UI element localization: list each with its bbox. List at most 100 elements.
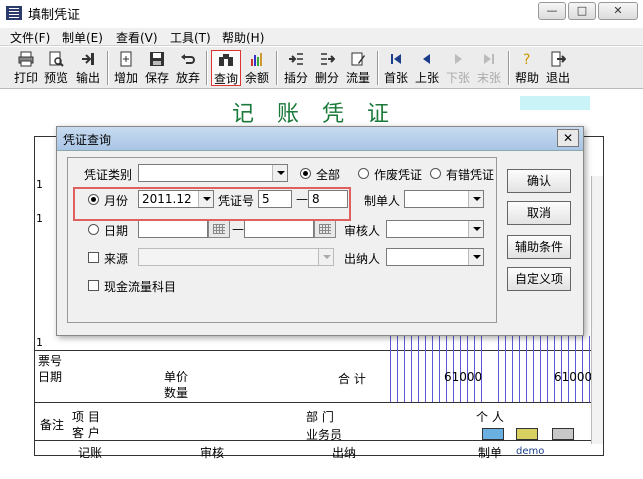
menu-edit[interactable]: 制单(E): [62, 29, 103, 46]
print-button[interactable]: 打印: [12, 50, 40, 86]
toolbar-separator: [508, 51, 510, 85]
exit-icon: [551, 51, 566, 67]
help-button[interactable]: ? 帮助: [513, 50, 541, 86]
row-index: 1: [36, 178, 43, 191]
radio-all-label: 全部: [316, 168, 341, 182]
cancel-button[interactable]: 取消: [507, 201, 571, 225]
delete-row-label: 删分: [314, 71, 339, 85]
dialog-close-button[interactable]: ✕: [557, 129, 579, 147]
printer-icon: [18, 51, 34, 67]
source-checkbox[interactable]: [88, 252, 99, 263]
maker-select[interactable]: [404, 190, 484, 208]
last-record-icon: [484, 54, 494, 64]
previous-icon: [423, 54, 430, 64]
export-button[interactable]: 输出: [74, 50, 102, 86]
aux-conditions-button[interactable]: 辅助条件: [507, 235, 571, 259]
first-button[interactable]: 首张: [382, 50, 410, 86]
menu-help[interactable]: 帮助(H): [222, 29, 264, 46]
credit-amount-grid: [492, 336, 590, 402]
chevron-down-icon: [272, 165, 287, 181]
dialog-title: 凭证查询: [63, 133, 112, 147]
maker-label: 制单: [478, 446, 503, 460]
cashflow-label: 现金流量科目: [104, 280, 177, 294]
last-button[interactable]: 末张: [475, 50, 503, 86]
maximize-button[interactable]: □: [568, 2, 596, 20]
card-icon[interactable]: [482, 428, 504, 440]
card-icon[interactable]: [552, 428, 574, 440]
binoculars-icon: [219, 54, 233, 66]
source-label: 来源: [104, 252, 129, 266]
confirm-button[interactable]: 确认: [507, 169, 571, 193]
radio-error[interactable]: [430, 168, 441, 179]
reviewer-select[interactable]: [386, 220, 484, 238]
balance-button[interactable]: 余额: [243, 50, 271, 86]
date-label: 日期: [38, 370, 63, 384]
total-credit: 61000: [554, 370, 593, 384]
insert-row-icon: [289, 53, 303, 65]
calendar-icon[interactable]: [314, 220, 336, 238]
query-label: 查询: [213, 72, 238, 86]
add-button[interactable]: 增加: [112, 50, 140, 86]
prev-button[interactable]: 上张: [413, 50, 441, 86]
chevron-down-icon: [468, 221, 483, 237]
radio-error-label: 有错凭证: [446, 168, 495, 182]
total-label: 合 计: [338, 372, 366, 386]
discard-button[interactable]: 放弃: [174, 50, 202, 86]
title-bar: 填制凭证 — □ ✕: [0, 0, 643, 26]
card-icon[interactable]: [516, 428, 538, 440]
grid-line: [34, 402, 604, 403]
total-debit: 61000: [444, 370, 483, 384]
unit-price-label: 单价: [164, 370, 189, 384]
calendar-icon[interactable]: [208, 220, 230, 238]
debit-amount-grid: [384, 336, 482, 402]
menu-file[interactable]: 文件(F): [10, 29, 50, 46]
attachment-count-field[interactable]: [520, 96, 590, 110]
date-from-input[interactable]: [138, 220, 208, 238]
custom-items-button[interactable]: 自定义项: [507, 267, 571, 291]
discard-label: 放弃: [175, 71, 200, 85]
exit-label: 退出: [545, 71, 570, 85]
menu-tools[interactable]: 工具(T): [170, 29, 211, 46]
new-document-icon: [120, 51, 132, 67]
delete-row-button[interactable]: 删分: [313, 50, 341, 86]
salesperson-label: 业务员: [306, 428, 343, 442]
next-icon: [455, 54, 462, 64]
maker-label: 制单人: [364, 194, 401, 208]
voucher-type-select[interactable]: [138, 164, 288, 182]
query-criteria-panel: 凭证类别 全部 作废凭证 有错凭证 月份 2011.12 凭证号 5 — 8 制…: [67, 157, 497, 323]
radio-void[interactable]: [358, 168, 369, 179]
radio-date[interactable]: [88, 224, 99, 235]
delete-row-icon: [321, 53, 335, 65]
query-button[interactable]: 查询: [211, 50, 241, 86]
preview-label: 预览: [43, 71, 68, 85]
print-label: 打印: [13, 71, 38, 85]
insert-row-button[interactable]: 插分: [282, 50, 310, 86]
voucher-type-label: 凭证类别: [84, 168, 133, 182]
cashflow-checkbox[interactable]: [88, 280, 99, 291]
menu-view[interactable]: 查看(V): [116, 29, 158, 46]
voucher-title: 记 账 凭 证: [232, 102, 397, 127]
export-label: 输出: [75, 71, 100, 85]
cashier-select[interactable]: [386, 248, 484, 266]
close-button[interactable]: ✕: [598, 2, 638, 20]
radio-all[interactable]: [300, 168, 311, 179]
person-label: 个 人: [476, 410, 504, 424]
save-button[interactable]: 保存: [143, 50, 171, 86]
flow-button[interactable]: 流量: [344, 50, 372, 86]
project-label: 项 目: [72, 410, 100, 424]
remark-label: 备注: [40, 418, 65, 432]
preview-button[interactable]: 预览: [42, 50, 70, 86]
svg-text:?: ?: [523, 52, 530, 67]
source-select[interactable]: [138, 248, 334, 266]
date-separator: —: [232, 222, 244, 236]
department-label: 部 门: [306, 410, 334, 424]
ticket-no-label: 票号: [38, 354, 63, 368]
date-to-input[interactable]: [244, 220, 314, 238]
vertical-scrollbar[interactable]: [591, 176, 603, 444]
exit-button[interactable]: 退出: [544, 50, 572, 86]
maker-name: demo: [516, 446, 545, 457]
next-button[interactable]: 下张: [444, 50, 472, 86]
minimize-button[interactable]: —: [538, 2, 566, 20]
quantity-label: 数量: [164, 386, 189, 400]
chevron-down-icon: [468, 249, 483, 265]
